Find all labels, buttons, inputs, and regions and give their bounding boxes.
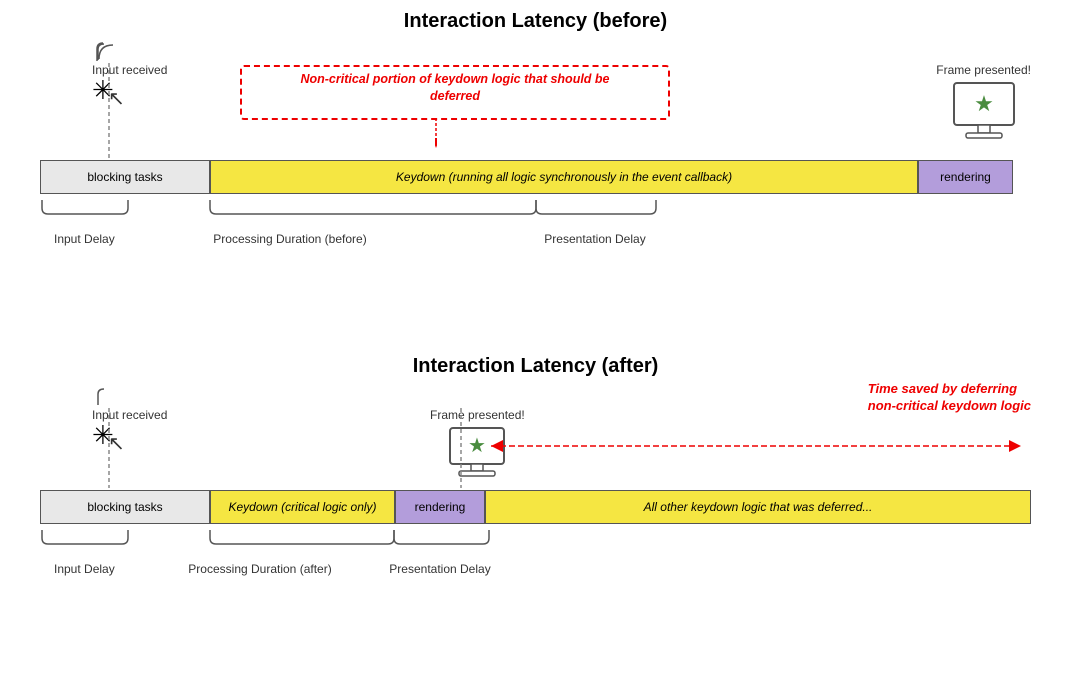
section-bottom: Interaction Latency (after) Time saved b… xyxy=(40,355,1031,576)
bottom-label-presentation: Presentation Delay xyxy=(389,562,490,576)
bottom-bar-keydown: Keydown (critical logic only) xyxy=(210,490,395,524)
top-timeline-row: blocking tasks Keydown (running all logi… xyxy=(40,158,1031,196)
bottom-section-brace xyxy=(95,386,976,408)
top-bar-rendering: rendering xyxy=(918,160,1013,194)
top-frame-presented: Frame presented! ★ xyxy=(936,63,1031,146)
bottom-cursor-arrow: ↖ xyxy=(108,434,125,454)
bottom-bar-blocking: blocking tasks xyxy=(40,490,210,524)
diagram-container: Interaction Latency (before) Input recei… xyxy=(0,0,1071,690)
svg-text:★: ★ xyxy=(974,91,994,116)
bottom-frame-presented-label: Frame presented! xyxy=(430,408,525,422)
top-section-brace xyxy=(95,41,976,63)
top-label-presentation: Presentation Delay xyxy=(544,232,645,246)
bottom-label-input-delay: Input Delay xyxy=(54,562,115,576)
bottom-timeline-row: blocking tasks Keydown (critical logic o… xyxy=(40,488,1031,526)
top-cursor-dotted-line xyxy=(108,63,110,158)
bottom-title: Interaction Latency (after) xyxy=(40,355,1031,378)
bottom-bottom-brace-svg xyxy=(40,528,1031,558)
top-bar-keydown: Keydown (running all logic synchronously… xyxy=(210,160,918,194)
bottom-bar-rendering: rendering xyxy=(395,490,485,524)
top-red-arrow-down xyxy=(435,118,437,148)
top-bar-blocking: blocking tasks xyxy=(40,160,210,194)
bottom-label-processing: Processing Duration (after) xyxy=(188,562,331,576)
top-monitor-icon: ★ xyxy=(950,81,1018,141)
top-title: Interaction Latency (before) xyxy=(40,10,1031,33)
bottom-frame-dotted-line xyxy=(460,408,462,488)
top-frame-presented-label: Frame presented! xyxy=(936,63,1031,77)
top-red-note: Non-critical portion of keydown logic th… xyxy=(280,71,630,105)
bottom-cursor-dotted-line xyxy=(108,408,110,488)
top-bottom-brace-svg xyxy=(40,198,1031,228)
top-cursor-arrow: ↖ xyxy=(108,89,125,109)
top-label-input-delay: Input Delay xyxy=(54,232,115,246)
bottom-time-saved-arrow xyxy=(481,436,1041,456)
section-top: Interaction Latency (before) Input recei… xyxy=(40,10,1031,246)
bottom-bar-deferred: All other keydown logic that was deferre… xyxy=(485,490,1031,524)
top-label-processing: Processing Duration (before) xyxy=(213,232,366,246)
